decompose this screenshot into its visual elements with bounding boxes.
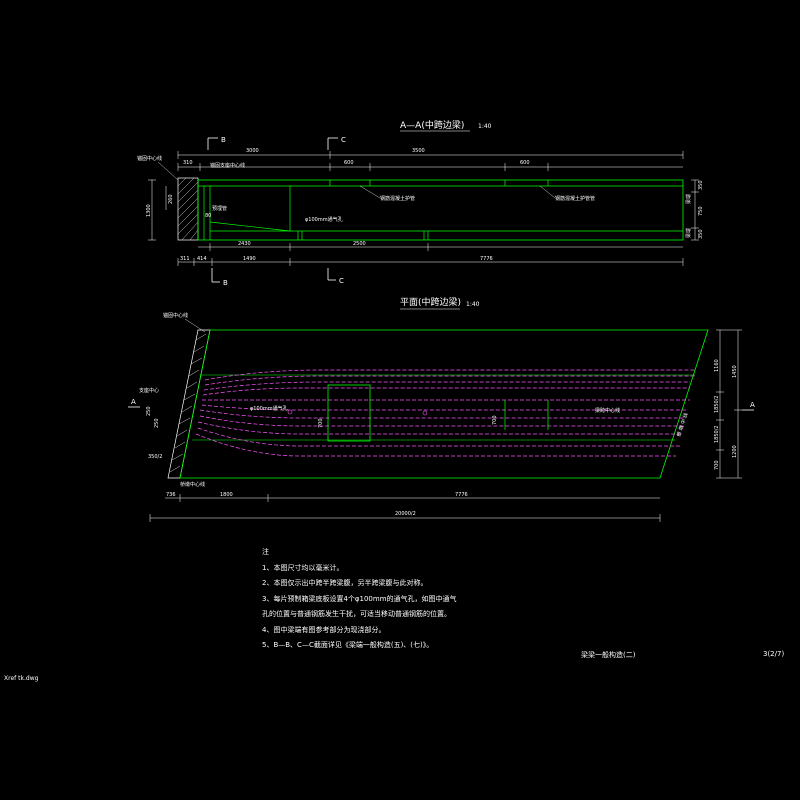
plan-dim-box: 700 bbox=[318, 418, 324, 428]
plan-dim-right-6: 1200 bbox=[732, 445, 738, 458]
dim-bot-1: 311 bbox=[180, 256, 190, 262]
plan-label-bottom-left: 桥墩中心线 bbox=[180, 481, 205, 488]
label-inner-pipe: 钢筋混凝土护管 bbox=[380, 195, 415, 202]
plan-label-centerline: 梁跨中心线 bbox=[595, 407, 620, 414]
xref-label: Xref tk.dwg bbox=[4, 675, 39, 682]
dim-right-bot: 350 bbox=[698, 229, 704, 239]
cut-label-a-left: A bbox=[131, 398, 136, 406]
section-view: A—A(中跨边梁) 1:40 B C 3000 3500 310 600 600… bbox=[137, 119, 704, 287]
drawing-sheet: A—A(中跨边梁) 1:40 B C 3000 3500 310 600 600… bbox=[128, 119, 755, 522]
label-support-centerline: 锚固支座中心线 bbox=[210, 162, 245, 169]
plan-dim-right-4: 1850/2 bbox=[714, 425, 720, 443]
dim-left-small: 260 bbox=[168, 194, 174, 204]
note-item: 孔的位置与普通钢筋发生干扰，可适当移动普通钢筋的位置。 bbox=[262, 610, 451, 618]
page-number: 3(2/7) bbox=[763, 650, 785, 658]
plan-label-vent: φ100mm通气孔 bbox=[250, 405, 288, 412]
note-item: 4、图中梁端有图参考部分为现浇部分。 bbox=[262, 625, 386, 634]
plan-dim-left-3: 350/2 bbox=[148, 454, 162, 460]
plan-dim-bot-3: 7776 bbox=[455, 492, 468, 498]
cut-label-c-top: C bbox=[341, 136, 346, 144]
dim-top-total: 3000 bbox=[246, 148, 259, 154]
label-embedded: 预埋管 bbox=[212, 205, 227, 212]
label-anchor-centerline: 锚固中心线 bbox=[137, 155, 162, 162]
note-item: 5、B—B、C—C截面详见《梁端一般构造(五)、(七)》。 bbox=[262, 641, 434, 649]
plan-dim-right-3: 1850/2 bbox=[714, 395, 720, 413]
plan-scale: 1:40 bbox=[466, 301, 480, 308]
plan-box bbox=[327, 384, 371, 442]
plan-dim-box2: 700 bbox=[492, 415, 498, 425]
dim-right-mid: 750 bbox=[698, 206, 704, 216]
cut-label-c-bottom: C bbox=[339, 277, 344, 285]
dim-mid-small: 80 bbox=[205, 213, 211, 219]
notes-heading: 注 bbox=[262, 548, 269, 556]
drawing-title: 梁梁一般构造(二) bbox=[581, 651, 636, 659]
plan-title: 平面(中跨边梁) bbox=[400, 296, 461, 308]
notes-block: 注 1、本图尺寸均以毫米计。 2、本图仅示出中跨半跨梁腹，另半跨梁腹与此对称。 … bbox=[262, 545, 457, 654]
cut-label-a-right: A bbox=[750, 401, 755, 409]
cut-label-b-bottom: B bbox=[223, 279, 228, 287]
label-vent: φ100mm通气孔 bbox=[305, 216, 343, 223]
dim-bottom-seg1: 2430 bbox=[238, 241, 251, 247]
section-scale: 1:40 bbox=[478, 123, 492, 130]
dim-top-left: 310 bbox=[183, 160, 193, 166]
note-item: 2、本图仅示出中跨半跨梁腹，另半跨梁腹与此对称。 bbox=[262, 579, 428, 587]
section-title: A—A(中跨边梁) bbox=[400, 119, 464, 131]
plan-dim-bot-1: 736 bbox=[166, 492, 176, 498]
dim-bot-4: 7776 bbox=[480, 256, 493, 262]
plan-end-block bbox=[167, 329, 211, 479]
plan-dim-left-1: 250 bbox=[146, 406, 152, 416]
plan-dim-total: 20000/2 bbox=[395, 511, 416, 517]
plan-dim-left-2: 250 bbox=[154, 418, 160, 428]
dim-top-seg2: 600 bbox=[520, 160, 530, 166]
cut-label-b-top: B bbox=[221, 136, 226, 144]
dim-top-seg1: 600 bbox=[344, 160, 354, 166]
dim-right-top: 350 bbox=[698, 180, 704, 190]
plan-view: 平面(中跨边梁) 1:40 锚固中心线 支座中心 φ100mm通气孔 梁跨中心线… bbox=[128, 296, 755, 522]
plan-dim-right-2: 1450 bbox=[732, 365, 738, 378]
plan-label-anchor: 锚固中心线 bbox=[163, 312, 188, 319]
dim-bot-2: 414 bbox=[197, 256, 207, 262]
plan-dim-right-5: 700 bbox=[714, 460, 720, 470]
vent-hole-1 bbox=[287, 409, 293, 415]
tendons bbox=[195, 369, 695, 457]
note-item: 3、每片预制箱梁底板设置4个φ100mm的通气孔，如图中通气 bbox=[262, 594, 457, 603]
dim-bot-3: 1490 bbox=[243, 256, 256, 262]
plan-dim-right-1: 1160 bbox=[714, 359, 720, 372]
note-item: 1、本图尺寸均以毫米计。 bbox=[262, 563, 344, 572]
plan-label-support: 支座中心 bbox=[139, 387, 159, 394]
dim-bottom-seg2: 2500 bbox=[353, 241, 366, 247]
dim-left-total: 1300 bbox=[146, 204, 152, 217]
dim-top-mid: 3500 bbox=[412, 148, 425, 154]
plan-dim-bot-2: 1800 bbox=[220, 492, 233, 498]
vent-hole-2 bbox=[422, 410, 428, 416]
label-right-top: 梁端 bbox=[685, 194, 692, 204]
label-outer-pipe: 钢筋混凝土护管管 bbox=[555, 195, 595, 202]
label-right-bot: 梁端 bbox=[685, 228, 692, 238]
